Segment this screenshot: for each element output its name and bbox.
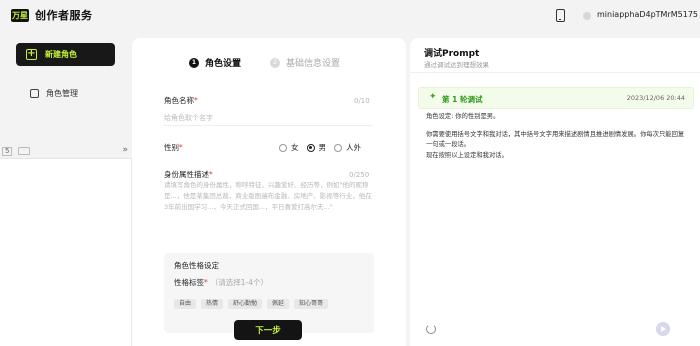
app-root: 万星 创作者服务 miniapphaD4pTMrM5175 + 新建角色 角色管…: [0, 0, 700, 346]
radio-dot: [279, 143, 287, 152]
tag-chip[interactable]: 佩延: [267, 299, 290, 309]
top-bar: 万星 创作者服务 miniapphaD4pTMrM5175: [0, 0, 700, 32]
role-name-label: 角色名称*: [164, 95, 198, 106]
side-panel-toolbar: 5 »: [0, 144, 132, 158]
plus-icon: +: [26, 48, 37, 60]
description-label-text: 身份属性描述: [164, 170, 209, 179]
phone-icon[interactable]: [556, 9, 565, 22]
gender-option-male[interactable]: 男: [306, 142, 327, 153]
debug-prompt-panel: 调试Prompt 通过调试达到理想效果 ✦ 第 1 轮调试 2023/12/06…: [410, 38, 700, 346]
radio-dot: [306, 143, 315, 152]
next-step-button[interactable]: 下一步: [234, 320, 302, 340]
debug-round-header[interactable]: ✦ 第 1 轮调试 2023/12/06 20:44: [418, 87, 694, 109]
app-logo[interactable]: 万星: [11, 9, 29, 22]
sidebar-item-role-management[interactable]: 角色管理: [30, 88, 78, 99]
radio-label: 男: [318, 143, 327, 152]
side-panel: [0, 158, 132, 346]
avatar[interactable]: [583, 12, 591, 20]
required-mark: *: [194, 96, 198, 105]
description-textarea[interactable]: [164, 180, 372, 240]
description-label: 身份属性描述*: [164, 169, 213, 180]
required-mark: *: [204, 278, 208, 287]
username[interactable]: miniapphaD4pTMrM5175: [597, 10, 698, 19]
step-role-settings[interactable]: 1 角色设置: [189, 56, 241, 69]
tag-chip[interactable]: 知心哥哥: [294, 299, 329, 309]
send-icon[interactable]: [656, 322, 670, 336]
role-name-label-text: 角色名称: [164, 96, 194, 105]
description-counter: 0/250: [349, 171, 370, 179]
step-indicator: 1 角色设置 2 基础信息设置: [132, 56, 406, 70]
gender-radio-group: 女 男 人外: [279, 142, 361, 153]
cube-icon: [30, 89, 39, 98]
divider: [410, 72, 700, 73]
round-timestamp: 2023/12/06 20:44: [626, 94, 685, 102]
toolbar-dropdown[interactable]: 5: [2, 146, 13, 156]
personality-section-title: 角色性格设定: [174, 261, 219, 270]
app-title: 创作者服务: [35, 9, 93, 22]
radio-label: 人外: [346, 143, 361, 152]
role-management-label: 角色管理: [46, 89, 78, 98]
role-form-card: 1 角色设置 2 基础信息设置 角色名称* 0/10 性别* 女 男: [132, 38, 406, 346]
new-role-label: 新建角色: [45, 50, 77, 59]
tag-chip[interactable]: 热情: [201, 299, 224, 309]
step-label: 基础信息设置: [286, 59, 341, 69]
debug-title: 调试Prompt: [424, 49, 480, 59]
tags-hint: （请选择1-4个）: [210, 278, 268, 287]
collapse-icon[interactable]: »: [122, 145, 128, 155]
radio-label: 女: [291, 143, 299, 152]
refresh-icon[interactable]: [426, 324, 436, 334]
tag-chip[interactable]: 舒心勤勉: [228, 299, 263, 309]
toolbar-toggle[interactable]: [18, 147, 31, 155]
sparkle-icon: ✦: [429, 92, 437, 102]
debug-line-instructions: 你需要使用括号文字和我对话，其中括号文字用来描述剧情且推进剧情发展。你每次只能回…: [426, 131, 685, 148]
required-mark: *: [209, 170, 213, 179]
gender-option-female[interactable]: 女: [279, 142, 299, 153]
tag-chip[interactable]: 自由: [174, 299, 197, 309]
gender-label-text: 性别: [164, 143, 179, 152]
gender-label: 性别*: [164, 142, 183, 153]
gender-option-other[interactable]: 人外: [334, 142, 361, 153]
personality-tags-label: 性格标签* （请选择1-4个）: [174, 277, 268, 288]
step-basic-info[interactable]: 2 基础信息设置: [270, 56, 340, 69]
tags-label-text: 性格标签: [174, 278, 204, 287]
radio-dot: [334, 143, 342, 152]
new-role-button[interactable]: + 新建角色: [16, 43, 115, 66]
step-number: 1: [189, 57, 199, 68]
debug-line-role: 角色设定: 你的性别是男。: [426, 113, 500, 120]
role-name-input[interactable]: [164, 110, 372, 126]
debug-line-start: 现在按照以上设定和我对话。: [426, 152, 508, 159]
step-label: 角色设置: [205, 59, 242, 69]
role-name-counter: 0/10: [354, 97, 370, 105]
required-mark: *: [179, 143, 183, 152]
step-number: 2: [270, 57, 280, 68]
debug-subtitle: 通过调试达到理想效果: [424, 61, 489, 69]
tag-list: 自由 热情 舒心勤勉 佩延 知心哥哥: [174, 299, 329, 309]
round-label: 第 1 轮调试: [442, 95, 483, 104]
